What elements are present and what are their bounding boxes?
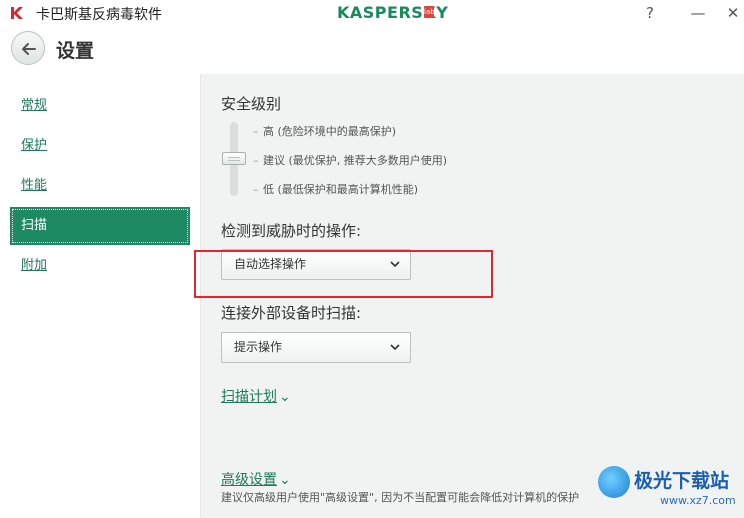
- chevron-down-icon: ⌄: [279, 389, 291, 405]
- level-option-low: – 低 (最低保护和最高计算机性能): [253, 183, 419, 196]
- chevron-down-icon: [390, 344, 400, 351]
- arrow-left-icon: [22, 43, 36, 55]
- threat-action-value: 自动选择操作: [234, 257, 307, 271]
- level-recommended-label: 建议 (最优保护, 推荐大多数用户使用): [263, 154, 448, 167]
- kaspersky-app-icon: [11, 7, 23, 19]
- advanced-settings-label: 高级设置: [221, 472, 277, 488]
- external-scan-dropdown[interactable]: 提示操作: [221, 332, 411, 363]
- title-bar: 卡巴斯基反病毒软件 KASPERSKY lab ? — ✕: [0, 0, 744, 26]
- page-header: 设置: [0, 26, 744, 74]
- watermark-url: www.xz7.com: [660, 494, 736, 507]
- external-scan-value: 提示操作: [234, 340, 283, 354]
- threat-action-dropdown[interactable]: 自动选择操作: [221, 249, 411, 280]
- watermark-name: 极光下载站: [634, 470, 730, 492]
- level-low-label: 低 (最低保护和最高计算机性能): [263, 183, 419, 196]
- settings-panel: 安全级别 – 高 (危险环境中的最高保护) – 建议 (最优保护, 推荐大多数用户使…: [201, 74, 744, 518]
- security-level-label: 安全级别: [221, 95, 282, 113]
- level-high-label: 高 (危险环境中的最高保护): [263, 125, 397, 138]
- scan-schedule-label: 扫描计划: [221, 389, 277, 405]
- sidebar-item-additional[interactable]: 附加: [10, 247, 190, 285]
- scan-schedule-link[interactable]: 扫描计划 ⌄: [221, 386, 291, 406]
- sidebar-item-general[interactable]: 常规: [10, 87, 190, 125]
- lab-badge: lab: [424, 6, 435, 18]
- level-option-recommended: – 建议 (最优保护, 推荐大多数用户使用): [253, 154, 448, 167]
- watermark-logo-icon: [598, 466, 630, 498]
- sidebar-item-performance[interactable]: 性能: [10, 167, 190, 205]
- window-title: 卡巴斯基反病毒软件: [36, 7, 162, 23]
- threat-action-label: 检测到威胁时的操作:: [221, 222, 362, 240]
- chevron-down-icon: ⌄: [279, 472, 291, 488]
- external-scan-label: 连接外部设备时扫描:: [221, 304, 362, 322]
- page-title: 设置: [56, 40, 95, 62]
- sidebar-item-protection[interactable]: 保护: [10, 127, 190, 165]
- security-level-slider-thumb[interactable]: [222, 152, 246, 165]
- watermark: 极光下载站 www.xz7.com: [598, 460, 744, 518]
- level-option-high: – 高 (危险环境中的最高保护): [253, 125, 397, 138]
- settings-sidebar: 常规 保护 性能 扫描 附加: [0, 74, 201, 518]
- advanced-settings-link[interactable]: 高级设置 ⌄: [221, 469, 291, 489]
- minimize-button[interactable]: —: [683, 2, 713, 24]
- close-button[interactable]: ✕: [718, 2, 744, 24]
- help-button[interactable]: ?: [635, 2, 665, 24]
- sidebar-item-scan[interactable]: 扫描: [10, 207, 190, 245]
- chevron-down-icon: [390, 261, 400, 268]
- advanced-settings-note: 建议仅高级用户使用"高级设置", 因为不当配置可能会降低对计算机的保护: [221, 491, 580, 504]
- back-button[interactable]: [11, 31, 45, 65]
